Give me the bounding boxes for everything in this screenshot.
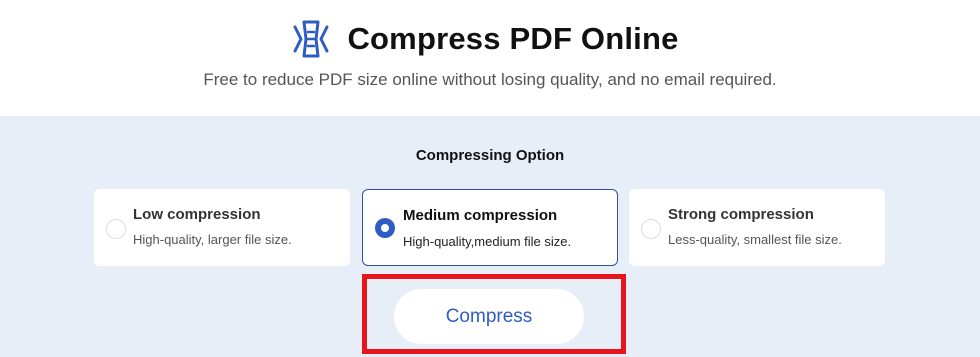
strong-compression-option[interactable]: Strong compression Less-quality, smalles…: [629, 189, 885, 266]
low-compression-radio[interactable]: [106, 219, 126, 239]
medium-compression-option[interactable]: Medium compression High-quality,medium f…: [362, 189, 618, 266]
option-description: High-quality, larger file size.: [133, 232, 292, 247]
title-row: Compress PDF Online: [0, 14, 980, 64]
option-description: High-quality,medium file size.: [403, 234, 572, 249]
low-compression-option[interactable]: Low compression High-quality, larger fil…: [94, 189, 350, 266]
compress-pdf-page: Compress PDF Online Free to reduce PDF s…: [0, 0, 980, 357]
option-title: Medium compression: [403, 207, 558, 224]
strong-compression-radio[interactable]: [641, 219, 661, 239]
page-subtitle: Free to reduce PDF size online without l…: [203, 70, 777, 89]
compress-pdf-icon: [289, 17, 333, 61]
radio-selected-dot: [381, 224, 389, 232]
option-title: Strong compression: [668, 206, 814, 223]
option-title: Low compression: [133, 206, 261, 223]
option-description: Less-quality, smallest file size.: [668, 232, 842, 247]
compress-button[interactable]: Compress: [394, 289, 584, 344]
page-header: Compress PDF Online Free to reduce PDF s…: [0, 0, 980, 116]
medium-compression-radio[interactable]: [375, 218, 395, 238]
page-title: Compress PDF Online: [347, 21, 679, 56]
compression-option-heading: Compressing Option: [415, 147, 565, 164]
compression-options-panel: Compressing Option Low compression High-…: [0, 116, 980, 357]
